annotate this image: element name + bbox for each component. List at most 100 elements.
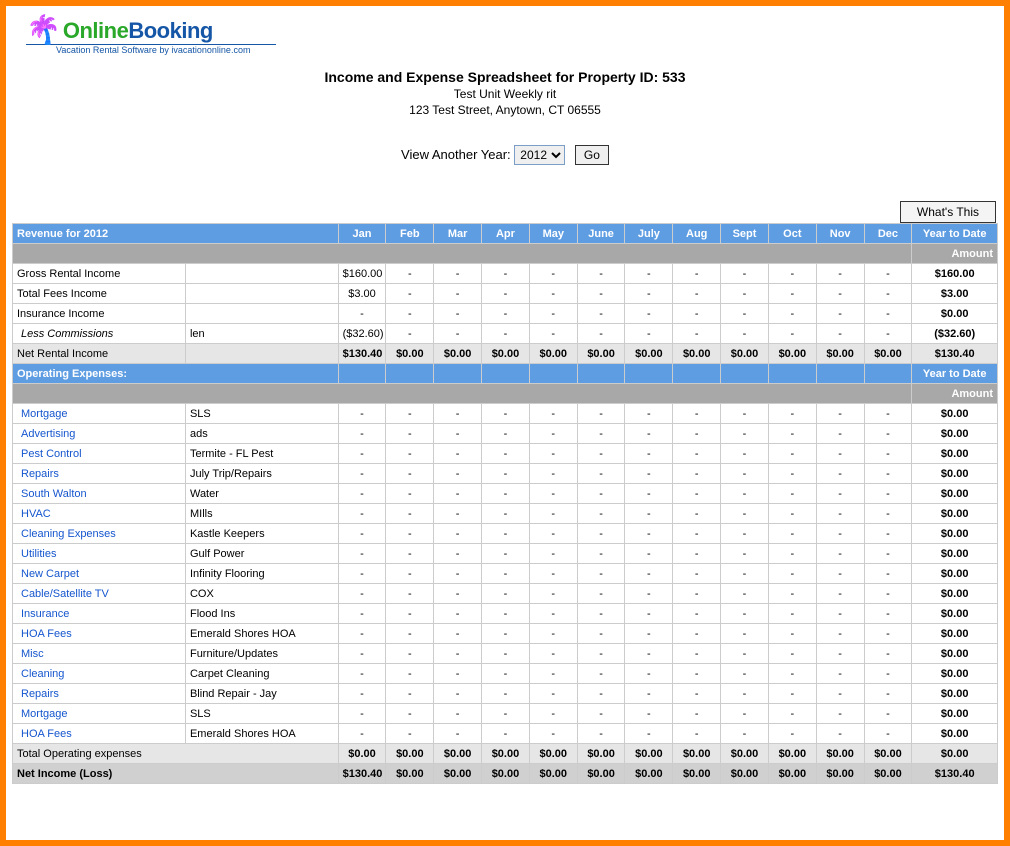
vendor-cell — [185, 264, 338, 284]
category-link[interactable]: Insurance — [17, 608, 69, 620]
month-cell: - — [529, 584, 577, 604]
category-link[interactable]: HVAC — [17, 508, 51, 520]
page-title: Income and Expense Spreadsheet for Prope… — [12, 69, 998, 85]
month-cell: - — [577, 504, 625, 524]
month-cell: - — [816, 604, 864, 624]
month-cell: - — [768, 404, 816, 424]
month-header: June — [577, 224, 625, 244]
month-cell: - — [434, 324, 482, 344]
logo-text-booking: Booking — [128, 18, 213, 43]
month-cell: - — [768, 644, 816, 664]
month-cell: - — [673, 404, 721, 424]
month-cell: - — [386, 704, 434, 724]
vendor-cell: Flood Ins — [185, 604, 338, 624]
month-cell: - — [434, 544, 482, 564]
table-row: Insurance Income------------$0.00 — [13, 304, 998, 324]
month-cell: - — [673, 544, 721, 564]
month-cell: - — [434, 284, 482, 304]
month-cell: - — [338, 644, 386, 664]
month-cell: - — [721, 624, 769, 644]
month-cell: - — [529, 684, 577, 704]
go-button[interactable]: Go — [575, 145, 609, 165]
month-cell: - — [721, 704, 769, 724]
month-cell: - — [482, 504, 530, 524]
vendor-cell: MIlls — [185, 504, 338, 524]
month-cell: - — [434, 644, 482, 664]
table-row: InsuranceFlood Ins------------$0.00 — [13, 604, 998, 624]
category-link[interactable]: Mortgage — [17, 708, 67, 720]
category-link[interactable]: HOA Fees — [17, 728, 72, 740]
net-income-row: Net Income (Loss)$130.40$0.00$0.00$0.00$… — [13, 764, 998, 784]
month-cell: - — [577, 664, 625, 684]
month-header: July — [625, 224, 673, 244]
ytd-cell: $0.00 — [912, 484, 998, 504]
table-row: UtilitiesGulf Power------------$0.00 — [13, 544, 998, 564]
month-cell: - — [768, 584, 816, 604]
month-cell: - — [625, 644, 673, 664]
month-cell: - — [434, 464, 482, 484]
table-row: HOA FeesEmerald Shores HOA------------$0… — [13, 724, 998, 744]
year-select[interactable]: 2012 — [514, 145, 565, 165]
vendor-cell: ads — [185, 424, 338, 444]
month-cell: - — [482, 544, 530, 564]
month-cell: - — [816, 664, 864, 684]
month-cell: - — [625, 304, 673, 324]
category-link[interactable]: Misc — [17, 648, 44, 660]
month-cell: - — [721, 684, 769, 704]
month-cell: - — [816, 324, 864, 344]
category-link[interactable]: Mortgage — [17, 408, 67, 420]
month-cell: $3.00 — [338, 284, 386, 304]
ytd-header: Year to Date — [912, 224, 998, 244]
month-cell: - — [625, 604, 673, 624]
month-cell: - — [434, 404, 482, 424]
month-cell: - — [482, 684, 530, 704]
month-cell: - — [482, 444, 530, 464]
month-cell: - — [434, 704, 482, 724]
month-cell: - — [625, 564, 673, 584]
category-link[interactable]: New Carpet — [17, 568, 79, 580]
month-cell: - — [482, 584, 530, 604]
ytd-cell: $0.00 — [912, 584, 998, 604]
month-cell: - — [768, 264, 816, 284]
month-cell: - — [434, 524, 482, 544]
category-link[interactable]: Advertising — [17, 428, 75, 440]
month-cell: - — [816, 564, 864, 584]
category-link[interactable]: Pest Control — [17, 448, 82, 460]
category-link[interactable]: Cleaning Expenses — [17, 528, 116, 540]
month-cell: - — [721, 504, 769, 524]
ytd-cell: $0.00 — [912, 644, 998, 664]
month-cell: - — [338, 404, 386, 424]
table-row: MortgageSLS------------$0.00 — [13, 704, 998, 724]
month-cell: - — [529, 544, 577, 564]
category-link[interactable]: Repairs — [17, 688, 59, 700]
amount-label: Amount — [912, 384, 998, 404]
month-cell: - — [434, 684, 482, 704]
category-link[interactable]: Utilities — [17, 548, 56, 560]
table-row: MortgageSLS------------$0.00 — [13, 404, 998, 424]
month-cell: - — [338, 724, 386, 744]
ytd-cell: $0.00 — [912, 444, 998, 464]
table-row: Pest ControlTermite - FL Pest-----------… — [13, 444, 998, 464]
category-link[interactable]: Cable/Satellite TV — [17, 588, 109, 600]
category-link[interactable]: Cleaning — [17, 668, 64, 680]
month-cell: - — [673, 424, 721, 444]
month-cell: - — [673, 584, 721, 604]
category-link[interactable]: South Walton — [17, 488, 87, 500]
month-cell: - — [625, 684, 673, 704]
logo-subtitle: Vacation Rental Software by ivacationonl… — [56, 45, 998, 55]
month-cell: - — [721, 544, 769, 564]
month-cell: - — [338, 624, 386, 644]
month-cell: - — [386, 664, 434, 684]
category-link[interactable]: HOA Fees — [17, 628, 72, 640]
unit-name: Test Unit Weekly rit — [12, 87, 998, 101]
month-cell: - — [768, 564, 816, 584]
whats-this-button[interactable]: What's This — [900, 201, 996, 223]
ytd-cell: $0.00 — [912, 724, 998, 744]
month-cell: - — [721, 264, 769, 284]
month-cell: - — [386, 724, 434, 744]
month-cell: - — [768, 484, 816, 504]
category-link[interactable]: Repairs — [17, 468, 59, 480]
month-cell: - — [386, 404, 434, 424]
month-cell: - — [338, 524, 386, 544]
month-header: Mar — [434, 224, 482, 244]
